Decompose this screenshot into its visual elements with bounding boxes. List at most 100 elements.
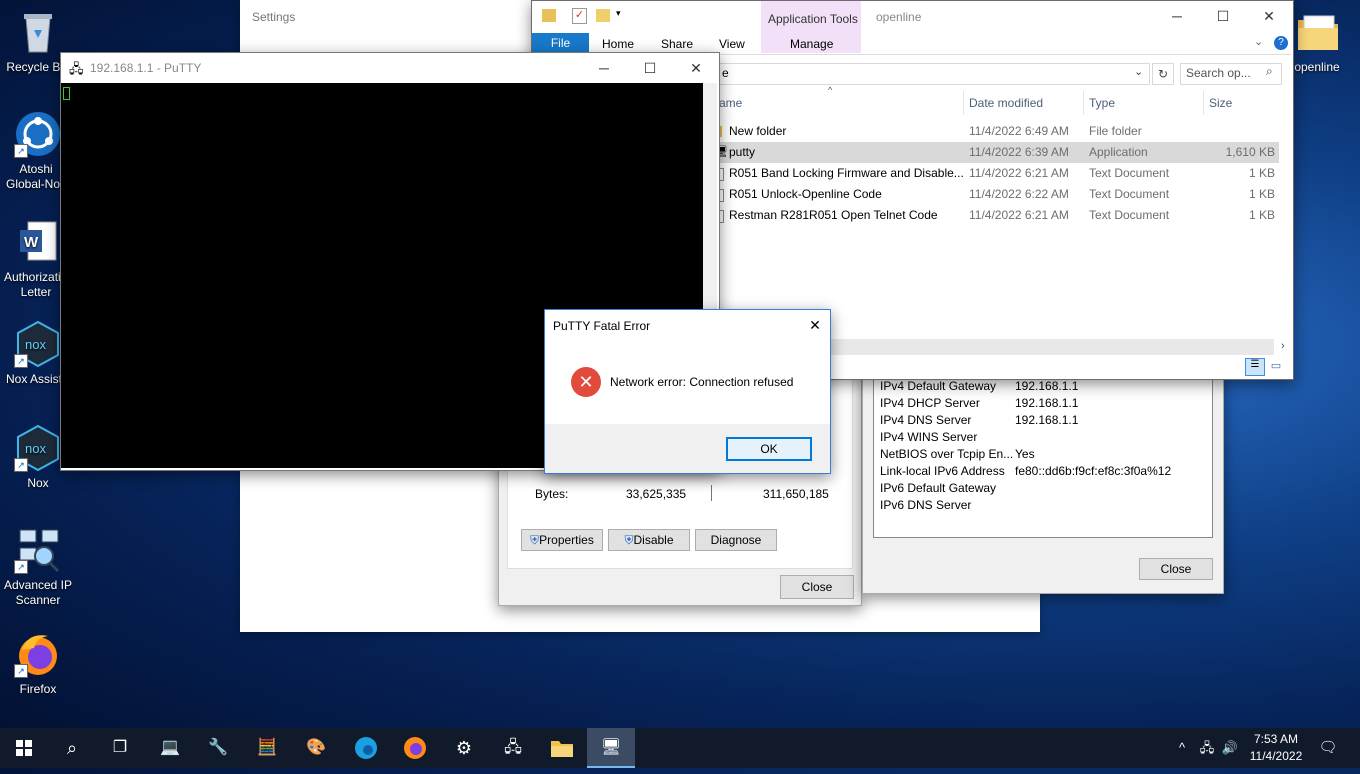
scroll-right-icon[interactable]: › xyxy=(1281,340,1285,352)
tab-home[interactable]: Home xyxy=(602,37,634,51)
minimize-button[interactable]: ─ xyxy=(581,53,627,83)
qat-dropdown-icon[interactable]: ▾ xyxy=(616,8,621,19)
details-view-icon[interactable]: ☰ xyxy=(1245,358,1265,376)
windows-logo-icon xyxy=(16,740,32,756)
detail-label: IPv4 DHCP Server xyxy=(880,396,980,410)
volume-icon[interactable]: 🔊 xyxy=(1219,728,1241,768)
settings-title: Settings xyxy=(252,10,296,24)
header-divider xyxy=(963,91,964,115)
tab-file[interactable]: File xyxy=(532,33,589,54)
error-message: Network error: Connection refused xyxy=(610,375,794,389)
ribbon-context-label: Application Tools xyxy=(768,12,858,26)
bytes-label: Bytes: xyxy=(535,487,569,501)
notifications-icon[interactable]: 🗨 xyxy=(1312,728,1344,768)
explorer-title: openline xyxy=(876,10,922,24)
details-close-button[interactable]: Close xyxy=(1139,558,1213,580)
dialog-close-icon[interactable]: ✕ xyxy=(803,314,827,336)
shortcut-arrow-icon: ↗ xyxy=(14,144,28,158)
desktop-icon-label: openline xyxy=(1294,60,1340,74)
file-row[interactable]: R051 Unlock-Openline Code 11/4/2022 6:22… xyxy=(712,184,1279,205)
minimize-button[interactable]: ─ xyxy=(1154,1,1200,31)
task-view-icon[interactable]: ❐ xyxy=(96,728,144,768)
calculator-icon[interactable]: 🧮 xyxy=(243,728,291,768)
file-row[interactable]: Restman R281R051 Open Telnet Code 11/4/2… xyxy=(712,205,1279,226)
paint-icon[interactable]: 🎨 xyxy=(292,728,340,768)
column-name[interactable]: ame xyxy=(719,96,742,110)
expand-ribbon-icon[interactable]: ⌄ xyxy=(1254,35,1263,48)
help-icon[interactable]: ? xyxy=(1274,36,1288,50)
maximize-button[interactable]: ☐ xyxy=(1200,1,1246,31)
detail-label: IPv6 Default Gateway xyxy=(880,481,997,495)
error-icon: ✕ xyxy=(571,367,601,397)
usb-tool-icon[interactable]: 🔧 xyxy=(194,728,242,768)
detail-value: 192.168.1.1 xyxy=(1015,413,1079,427)
nox-icon: nox ↗ xyxy=(14,424,62,472)
desktop-icon-firefox[interactable]: ↗ Firefox xyxy=(0,630,76,697)
clock-time: 7:53 AM xyxy=(1253,732,1299,746)
detail-value: fe80::dd6b:f9cf:ef8c:3f0a%12 xyxy=(1015,464,1172,478)
svg-text:nox: nox xyxy=(25,441,46,456)
address-dropdown-icon[interactable]: ⌄ xyxy=(1134,65,1143,78)
shortcut-arrow-icon: ↗ xyxy=(14,560,28,574)
shortcut-arrow-icon: ↗ xyxy=(14,664,28,678)
search-icon: ⌕ xyxy=(1266,64,1273,78)
close-button[interactable]: ✕ xyxy=(1246,1,1292,31)
qat-properties-icon[interactable]: ✓ xyxy=(572,8,587,24)
clock[interactable]: 7:53 AM 11/4/2022 xyxy=(1244,731,1308,765)
address-text: e xyxy=(722,66,729,80)
header-divider xyxy=(1203,91,1204,115)
edge-icon[interactable] xyxy=(342,728,390,768)
refresh-icon[interactable]: ↻ xyxy=(1152,63,1174,85)
desktop-icon-label: Authorization Letter xyxy=(4,270,68,299)
uac-shield-icon: ⛨ xyxy=(530,533,540,547)
file-row[interactable]: R051 Band Locking Firmware and Disable..… xyxy=(712,163,1279,184)
close-button[interactable]: ✕ xyxy=(673,53,719,83)
desktop-icon-label: Advanced IP Scanner xyxy=(3,578,73,607)
ok-button[interactable]: OK xyxy=(726,437,812,461)
column-size[interactable]: Size xyxy=(1209,96,1232,110)
desktop-icon-advanced-ip-scanner[interactable]: ↗ Advanced IP Scanner xyxy=(0,526,76,608)
detail-value: 192.168.1.1 xyxy=(1015,379,1079,393)
column-type[interactable]: Type xyxy=(1089,96,1115,110)
detail-label: IPv4 WINS Server xyxy=(880,430,978,444)
sort-ascending-icon: ^ xyxy=(828,85,833,95)
properties-button[interactable]: ⛨Properties xyxy=(521,529,603,551)
status-close-button[interactable]: Close xyxy=(780,575,854,599)
maximize-button[interactable]: ☐ xyxy=(627,53,673,83)
tab-view[interactable]: View xyxy=(719,37,745,51)
tray-chevron-icon[interactable]: ^ xyxy=(1170,728,1194,768)
network-tray-icon[interactable]: 🖧 xyxy=(1196,728,1218,768)
shortcut-arrow-icon: ↗ xyxy=(14,354,28,368)
putty-fatal-error-dialog[interactable]: PuTTY Fatal Error ✕ ✕ Network error: Con… xyxy=(544,309,831,474)
settings-gear-icon[interactable]: ⚙ xyxy=(440,728,488,768)
putty-taskbar-icon[interactable]: 🖥 xyxy=(587,728,635,768)
network-connections-icon[interactable]: 🖧 xyxy=(489,728,537,768)
desktop-icon-label: Atoshi Global-Nox xyxy=(5,162,67,191)
ip-scanner-icon: ↗ xyxy=(14,526,62,574)
file-explorer-icon[interactable] xyxy=(538,728,586,768)
file-row[interactable]: New folder 11/4/2022 6:49 AM File folder xyxy=(712,121,1279,142)
start-button[interactable] xyxy=(0,728,48,768)
qat-newfolder-icon[interactable] xyxy=(596,9,610,22)
folder-icon xyxy=(1294,8,1342,56)
diagnose-button[interactable]: Diagnose xyxy=(695,529,777,551)
detail-label: IPv6 DNS Server xyxy=(880,498,972,512)
search-placeholder: Search op... xyxy=(1186,66,1251,80)
taskbar: ⌕ ❐ 💻 🔧 🧮 🎨 ⚙ 🖧 🖥 ^ 🖧 🔊 7:53 AM 11/4/202… xyxy=(0,728,1360,768)
tab-manage[interactable]: Manage xyxy=(790,37,833,51)
large-icons-view-icon[interactable]: ▭ xyxy=(1268,359,1284,373)
network-tool-icon[interactable]: 💻 xyxy=(146,728,194,768)
column-date-modified[interactable]: Date modified xyxy=(969,96,1043,110)
address-bar[interactable] xyxy=(718,63,1150,85)
desktop-icon-openline[interactable]: openline xyxy=(1290,8,1350,75)
qat-folder-icon[interactable] xyxy=(542,9,556,22)
file-row[interactable]: 🖥 putty 11/4/2022 6:39 AM Application 1,… xyxy=(712,142,1279,163)
dialog-title: PuTTY Fatal Error xyxy=(553,319,651,333)
disable-button[interactable]: ⛨Disable xyxy=(608,529,690,551)
firefox-icon[interactable] xyxy=(391,728,439,768)
atoshi-icon: ↗ xyxy=(14,110,62,158)
tab-share[interactable]: Share xyxy=(661,37,693,51)
header-divider xyxy=(1083,91,1084,115)
bytes-divider xyxy=(711,485,712,501)
search-icon[interactable]: ⌕ xyxy=(48,728,96,768)
